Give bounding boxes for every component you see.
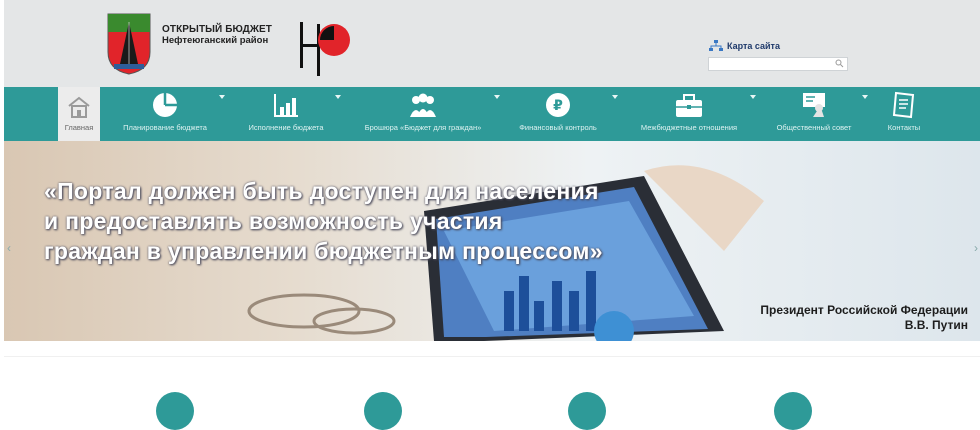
speaker-icon (803, 93, 825, 117)
dropdown-caret-icon[interactable] (862, 95, 868, 99)
nav-label: Контакты (887, 123, 921, 132)
author-title: Президент Российской Федерации (760, 303, 968, 317)
section-circle-icon[interactable] (364, 392, 402, 430)
sitemap-icon (709, 40, 723, 51)
nav-item-execution[interactable]: Исполнение бюджета (238, 87, 334, 141)
banner-quote: «Портал должен быть доступен для населен… (44, 176, 603, 266)
search-icon[interactable] (835, 59, 844, 68)
nav-label: Межбюджетные отношения (640, 123, 738, 132)
pie-chart-icon (153, 93, 177, 117)
quote-line: и предоставлять возможность участия (44, 208, 503, 234)
nav-item-interbudget[interactable]: Межбюджетные отношения (628, 87, 750, 141)
nav-item-financial-control[interactable]: ₽ Финансовый контроль (508, 87, 608, 141)
nav-item-contacts[interactable]: Контакты (876, 87, 932, 141)
bar-chart-icon (274, 94, 298, 117)
dropdown-caret-icon[interactable] (219, 95, 225, 99)
nav-label: Брошюра «Бюджет для граждан» (364, 123, 482, 132)
slider-prev-arrow-icon[interactable]: ‹ (7, 241, 11, 255)
ruble-icon: ₽ (546, 93, 570, 117)
nav-item-planning[interactable]: Планирование бюджета (114, 87, 216, 141)
brand-subtitle: Нефтеюганский район (162, 35, 269, 46)
home-icon (68, 96, 90, 118)
nav-item-public-council[interactable]: Общественный совет (764, 87, 864, 141)
nav-item-home[interactable]: Главная (58, 87, 100, 141)
section-divider (4, 356, 980, 357)
notepad-icon (892, 91, 915, 119)
site-header: ОТКРЫТЫЙ БЮДЖЕТ Нефтеюганский район Карт… (4, 0, 980, 87)
quote-line: граждан в управлении бюджетным процессом… (44, 238, 603, 264)
dropdown-caret-icon[interactable] (335, 95, 341, 99)
hero-banner: ‹ › «Портал должен быть доступен для нас… (4, 141, 980, 341)
briefcase-icon (676, 94, 702, 117)
np-logo-icon[interactable] (298, 18, 358, 76)
coat-of-arms-icon[interactable] (106, 12, 152, 76)
main-nav: Главная Планирование бюджета Исполнение … (4, 87, 980, 141)
nav-label: Планирование бюджета (123, 123, 207, 132)
slider-next-arrow-icon[interactable]: › (974, 241, 978, 255)
search-box (708, 57, 848, 75)
quote-line: «Портал должен быть доступен для населен… (44, 178, 599, 204)
sitemap-link[interactable]: Карта сайта (709, 40, 780, 52)
quote-author: Президент Российской Федерации В.В. Пути… (760, 303, 968, 333)
nav-label: Общественный совет (776, 123, 852, 132)
search-input[interactable] (709, 62, 835, 75)
svg-text:₽: ₽ (553, 98, 563, 114)
brand-title: ОТКРЫТЫЙ БЮДЖЕТ (162, 24, 273, 35)
dropdown-caret-icon[interactable] (612, 95, 618, 99)
nav-item-brochure[interactable]: Брошюра «Бюджет для граждан» (350, 87, 496, 141)
nav-label: Финансовый контроль (519, 123, 597, 132)
page: ОТКРЫТЫЙ БЮДЖЕТ Нефтеюганский район Карт… (4, 0, 980, 430)
sitemap-label: Карта сайта (727, 41, 780, 51)
dropdown-caret-icon[interactable] (750, 95, 756, 99)
people-icon (410, 93, 436, 117)
nav-label: Главная (64, 123, 94, 132)
dropdown-caret-icon[interactable] (494, 95, 500, 99)
author-name: В.В. Путин (904, 318, 968, 332)
section-circle-icon[interactable] (568, 392, 606, 430)
section-circle-icon[interactable] (156, 392, 194, 430)
section-circle-icon[interactable] (774, 392, 812, 430)
nav-label: Исполнение бюджета (248, 123, 324, 132)
